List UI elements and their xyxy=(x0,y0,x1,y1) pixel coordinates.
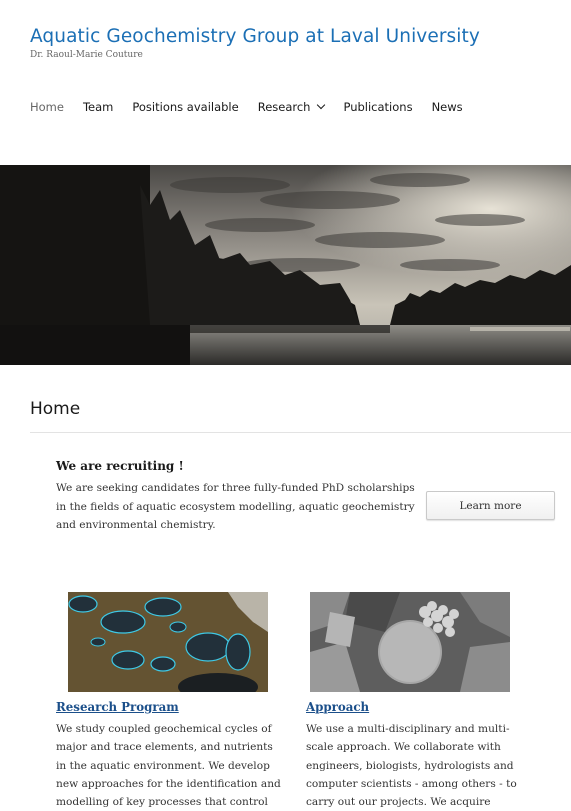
nav-item-positions[interactable]: Positions available xyxy=(132,100,238,114)
nav-item-team[interactable]: Team xyxy=(83,100,113,114)
main-navigation: Home Team Positions available Research P… xyxy=(30,100,482,114)
approach-image[interactable] xyxy=(310,592,510,692)
approach-link[interactable]: Approach xyxy=(306,700,369,714)
chevron-down-icon[interactable] xyxy=(317,100,326,110)
learn-more-button[interactable]: Learn more xyxy=(426,491,555,520)
title-divider xyxy=(30,432,571,433)
nav-item-home[interactable]: Home xyxy=(30,100,64,114)
satellite-wetland-photo xyxy=(68,592,268,692)
nav-item-news[interactable]: News xyxy=(432,100,463,114)
research-program-image[interactable] xyxy=(68,592,268,692)
nav-item-research-label: Research xyxy=(257,100,311,114)
lake-landscape-photo xyxy=(0,165,571,365)
research-program-link[interactable]: Research Program xyxy=(56,700,179,714)
approach-text: We use a multi-disciplinary and multi-sc… xyxy=(306,723,517,809)
microscope-photo xyxy=(310,592,510,692)
nav-item-publications[interactable]: Publications xyxy=(343,100,412,114)
recruit-heading: We are recruiting ! xyxy=(56,459,184,473)
nav-item-research[interactable]: Research xyxy=(257,100,326,114)
recruit-text: We are seeking candidates for three full… xyxy=(56,482,415,531)
site-title[interactable]: Aquatic Geochemistry Group at Laval Univ… xyxy=(30,26,480,47)
header-image xyxy=(0,165,571,365)
site-description: Dr. Raoul-Marie Couture xyxy=(30,50,143,60)
page-title: Home xyxy=(30,399,81,419)
research-program-text: We study coupled geochemical cycles of m… xyxy=(56,723,281,809)
